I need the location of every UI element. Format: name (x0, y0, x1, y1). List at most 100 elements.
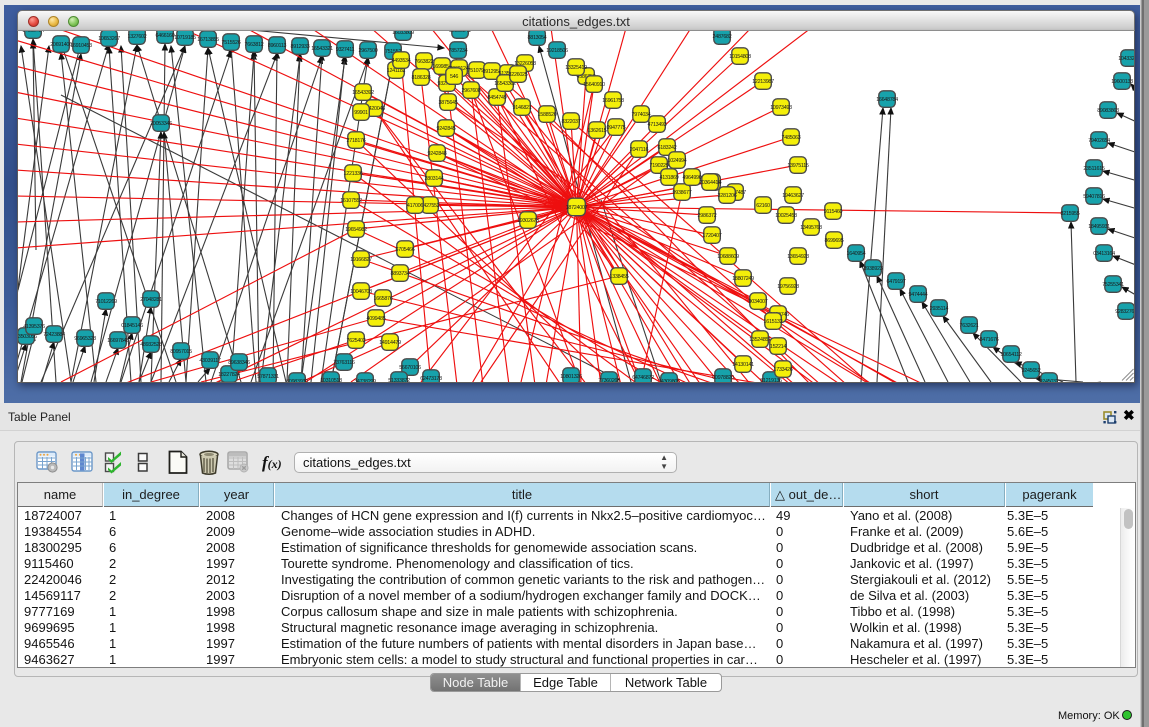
svg-text:50983930: 50983930 (286, 379, 308, 382)
svg-text:1640954: 1640954 (847, 251, 866, 257)
svg-text:1615132: 1615132 (764, 319, 783, 325)
svg-text:7515526: 7515526 (222, 40, 241, 46)
svg-text:9327411: 9327411 (336, 47, 355, 53)
svg-text:8454749: 8454749 (488, 95, 507, 101)
svg-text:13654923: 13654923 (787, 254, 809, 260)
svg-text:8699695: 8699695 (825, 238, 844, 244)
svg-text:59407816: 59407816 (1083, 194, 1105, 200)
svg-text:13325419: 13325419 (565, 65, 587, 71)
svg-text:00978820: 00978820 (712, 375, 734, 381)
svg-text:16961758: 16961758 (602, 98, 624, 104)
svg-text:8938923: 8938923 (864, 266, 883, 272)
svg-text:34738299: 34738299 (354, 379, 376, 382)
svg-text:9474444: 9474444 (909, 292, 928, 298)
svg-text:14055724: 14055724 (22, 31, 44, 34)
svg-text:18495931: 18495931 (1088, 224, 1110, 230)
svg-text:27048281: 27048281 (140, 297, 162, 303)
svg-text:62473178: 62473178 (420, 376, 442, 382)
svg-text:51333872: 51333872 (388, 378, 410, 382)
svg-text:2803144: 2803144 (425, 176, 444, 182)
svg-text:75255341: 75255341 (1102, 282, 1124, 288)
svg-text:10801326: 10801326 (560, 374, 582, 380)
svg-text:10025458: 10025458 (775, 213, 797, 219)
svg-text:417006: 417006 (407, 203, 423, 209)
svg-text:2986372: 2986372 (698, 213, 717, 219)
svg-text:1338455: 1338455 (610, 274, 629, 280)
svg-text:72423884: 72423884 (43, 332, 65, 338)
svg-text:1733426: 1733426 (774, 367, 793, 373)
svg-text:7485063: 7485063 (782, 135, 801, 141)
svg-text:20364416: 20364416 (699, 180, 721, 186)
svg-text:7625402: 7625402 (347, 338, 366, 344)
svg-text:2935114: 2935114 (930, 306, 949, 312)
svg-text:6183242: 6183242 (658, 145, 677, 151)
svg-text:4713493: 4713493 (648, 122, 667, 128)
svg-text:7663812: 7663812 (245, 42, 264, 48)
svg-text:9245652: 9245652 (1022, 368, 1041, 374)
svg-text:64746872: 64746872 (632, 375, 654, 381)
svg-text:9242845: 9242845 (437, 126, 456, 132)
svg-text:0947775: 0947775 (607, 125, 626, 131)
svg-text:10310518: 10310518 (320, 378, 342, 382)
svg-text:43039117: 43039117 (199, 358, 220, 364)
svg-text:8960113: 8960113 (268, 43, 287, 49)
svg-text:18724007: 18724007 (566, 205, 588, 211)
svg-text:2487682: 2487682 (713, 34, 732, 40)
svg-text:8215955: 8215955 (1061, 211, 1080, 217)
svg-text:9146821: 9146821 (513, 105, 532, 111)
svg-text:16543392: 16543392 (352, 90, 374, 96)
svg-text:20691406: 20691406 (50, 42, 72, 48)
svg-text:13975115: 13975115 (787, 163, 808, 169)
svg-text:14914479: 14914479 (379, 340, 401, 346)
svg-text:152214: 152214 (770, 344, 786, 350)
svg-text:20553341: 20553341 (449, 31, 471, 34)
svg-text:8813054: 8813054 (528, 35, 547, 41)
svg-text:10719185: 10719185 (174, 35, 196, 41)
svg-text:4099485: 4099485 (367, 316, 386, 322)
svg-text:34309805: 34309805 (658, 379, 680, 382)
svg-text:12213987: 12213987 (752, 79, 774, 85)
svg-text:7857234: 7857234 (449, 48, 468, 54)
svg-text:16543321: 16543321 (311, 46, 333, 52)
svg-text:10653267: 10653267 (98, 36, 120, 42)
svg-text:7974034: 7974034 (632, 112, 651, 118)
svg-text:23511615: 23511615 (1083, 166, 1104, 172)
svg-text:16910453: 16910453 (70, 43, 92, 49)
svg-text:56670106: 56670106 (399, 365, 421, 371)
svg-text:6705466: 6705466 (396, 247, 415, 253)
svg-text:16107552: 16107552 (340, 198, 362, 204)
svg-text:1720407: 1720407 (703, 233, 722, 239)
svg-text:1327602: 1327602 (128, 34, 147, 40)
svg-text:15640910: 15640910 (583, 82, 605, 88)
svg-text:10973493: 10973493 (770, 105, 792, 111)
svg-text:9034007: 9034007 (749, 299, 768, 305)
svg-text:13495768: 13495768 (800, 225, 822, 231)
svg-text:3281206: 3281206 (718, 193, 737, 199)
svg-text:6466160: 6466160 (156, 33, 175, 39)
svg-text:8912933: 8912933 (291, 44, 310, 50)
svg-text:19600133: 19600133 (1111, 79, 1133, 85)
svg-text:03413164: 03413164 (1093, 251, 1115, 257)
svg-text:89638346: 89638346 (228, 360, 250, 366)
svg-text:4493534: 4493534 (392, 58, 411, 64)
svg-text:1588520: 1588520 (538, 112, 557, 118)
svg-text:99901: 99901 (354, 110, 368, 116)
svg-text:57871331: 57871331 (257, 374, 279, 380)
svg-text:2047116: 2047116 (630, 147, 649, 153)
svg-text:18807249: 18807249 (732, 276, 754, 282)
svg-text:10433218: 10433218 (1118, 56, 1135, 62)
svg-text:48932528: 48932528 (140, 342, 162, 348)
svg-text:7632621: 7632621 (960, 323, 979, 329)
svg-text:1362615: 1362615 (588, 128, 607, 134)
svg-text:71012269: 71012269 (95, 299, 117, 305)
svg-text:62160: 62160 (756, 203, 770, 209)
svg-text:9115460: 9115460 (824, 209, 843, 215)
svg-text:80957015: 80957015 (170, 349, 192, 355)
svg-text:9245032: 9245032 (1040, 379, 1059, 382)
svg-text:4131869: 4131869 (660, 175, 679, 181)
svg-text:20053346: 20053346 (150, 121, 172, 127)
svg-text:1665876: 1665876 (374, 296, 393, 302)
svg-text:9242848: 9242848 (428, 151, 447, 157)
svg-text:2967500: 2967500 (359, 48, 378, 54)
svg-text:89083863: 89083863 (1097, 108, 1119, 114)
